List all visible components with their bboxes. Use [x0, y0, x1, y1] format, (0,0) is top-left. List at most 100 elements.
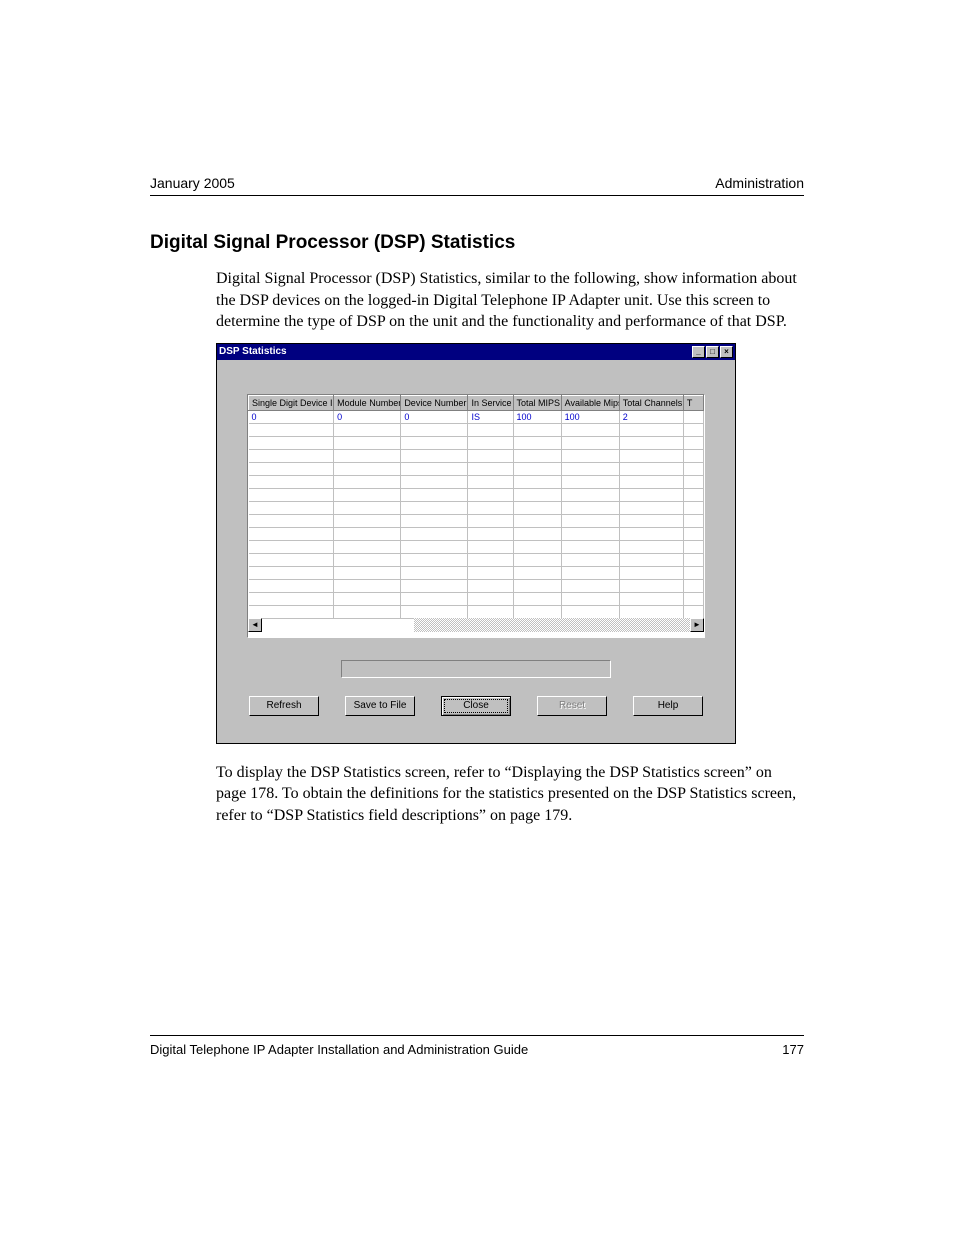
dsp-table: Single Digit Device ID Module Number Dev… — [248, 395, 704, 632]
table-row[interactable] — [249, 501, 704, 514]
maximize-icon[interactable]: □ — [706, 346, 719, 358]
table-cell — [513, 436, 561, 449]
table-cell — [334, 527, 401, 540]
table-row[interactable] — [249, 488, 704, 501]
table-cell — [561, 436, 619, 449]
table-cell — [561, 475, 619, 488]
table-cell — [683, 553, 703, 566]
table-cell — [334, 540, 401, 553]
table-row[interactable] — [249, 449, 704, 462]
table-cell — [683, 592, 703, 605]
col-total-mips[interactable]: Total MIPS — [513, 395, 561, 410]
table-row[interactable] — [249, 423, 704, 436]
table-cell — [401, 579, 468, 592]
window-title: DSP Statistics — [219, 346, 287, 357]
table-cell — [401, 423, 468, 436]
table-row[interactable] — [249, 462, 704, 475]
table-row[interactable] — [249, 553, 704, 566]
table-row[interactable] — [249, 605, 704, 618]
table-cell — [401, 527, 468, 540]
table-cell — [401, 553, 468, 566]
table-cell — [619, 423, 683, 436]
header-date: January 2005 — [150, 175, 235, 191]
col-device-id[interactable]: Single Digit Device ID — [249, 395, 334, 410]
scroll-left-icon[interactable]: ◄ — [248, 618, 262, 632]
table-cell — [401, 540, 468, 553]
table-cell — [249, 527, 334, 540]
col-available-mips[interactable]: Available Mips — [561, 395, 619, 410]
table-cell — [468, 514, 513, 527]
table-cell — [334, 592, 401, 605]
table-cell — [619, 605, 683, 618]
table-cell — [401, 566, 468, 579]
help-button[interactable]: Help — [633, 696, 703, 716]
table-row[interactable] — [249, 475, 704, 488]
table-cell: 0 — [401, 410, 468, 423]
table-cell — [683, 566, 703, 579]
table-cell — [561, 449, 619, 462]
refresh-button[interactable]: Refresh — [249, 696, 319, 716]
table-cell — [513, 514, 561, 527]
scroll-thumb-area[interactable] — [262, 618, 414, 632]
table-row[interactable] — [249, 540, 704, 553]
table-cell — [683, 449, 703, 462]
table-cell — [561, 553, 619, 566]
table-cell — [619, 501, 683, 514]
table-row[interactable] — [249, 436, 704, 449]
table-cell — [249, 540, 334, 553]
table-row[interactable] — [249, 566, 704, 579]
table-cell — [249, 436, 334, 449]
table-cell — [561, 540, 619, 553]
table-cell — [249, 514, 334, 527]
col-device-number[interactable]: Device Number — [401, 395, 468, 410]
scroll-track[interactable] — [414, 618, 690, 632]
table-cell — [468, 592, 513, 605]
table-cell — [683, 410, 703, 423]
table-cell — [683, 501, 703, 514]
table-cell — [249, 592, 334, 605]
table-cell — [513, 592, 561, 605]
table-cell — [334, 566, 401, 579]
table-row[interactable] — [249, 579, 704, 592]
table-cell — [619, 436, 683, 449]
table-cell — [561, 514, 619, 527]
table-cell — [468, 475, 513, 488]
save-to-file-button[interactable]: Save to File — [345, 696, 415, 716]
table-cell — [619, 566, 683, 579]
horizontal-scrollbar[interactable]: ◄ ► — [248, 618, 704, 632]
table-cell — [334, 514, 401, 527]
table-cell — [401, 514, 468, 527]
scroll-right-icon[interactable]: ► — [690, 618, 704, 632]
col-total-channels[interactable]: Total Channels — [619, 395, 683, 410]
table-cell — [561, 501, 619, 514]
table-cell — [561, 605, 619, 618]
col-in-service[interactable]: In Service — [468, 395, 513, 410]
table-cell — [619, 553, 683, 566]
table-cell — [561, 592, 619, 605]
table-cell — [561, 527, 619, 540]
table-cell — [334, 488, 401, 501]
table-row[interactable] — [249, 514, 704, 527]
table-cell — [468, 540, 513, 553]
table-cell — [468, 579, 513, 592]
table-cell — [401, 475, 468, 488]
table-cell — [468, 501, 513, 514]
table-cell — [619, 475, 683, 488]
table-cell — [468, 605, 513, 618]
button-row: Refresh Save to File Close Reset Help — [247, 696, 705, 716]
table-cell — [513, 449, 561, 462]
minimize-icon[interactable]: _ — [692, 346, 705, 358]
page-header: January 2005 Administration — [150, 175, 804, 196]
table-cell — [619, 527, 683, 540]
table-row[interactable] — [249, 592, 704, 605]
table-cell: IS — [468, 410, 513, 423]
col-truncated[interactable]: T — [683, 395, 703, 410]
table-cell — [249, 462, 334, 475]
col-module-number[interactable]: Module Number — [334, 395, 401, 410]
table-row[interactable] — [249, 527, 704, 540]
window-titlebar[interactable]: DSP Statistics _ □ × — [217, 344, 735, 360]
close-icon[interactable]: × — [720, 346, 733, 358]
section-title: Digital Signal Processor (DSP) Statistic… — [150, 232, 804, 254]
table-row[interactable]: 000IS1001002 — [249, 410, 704, 423]
close-button[interactable]: Close — [441, 696, 511, 716]
